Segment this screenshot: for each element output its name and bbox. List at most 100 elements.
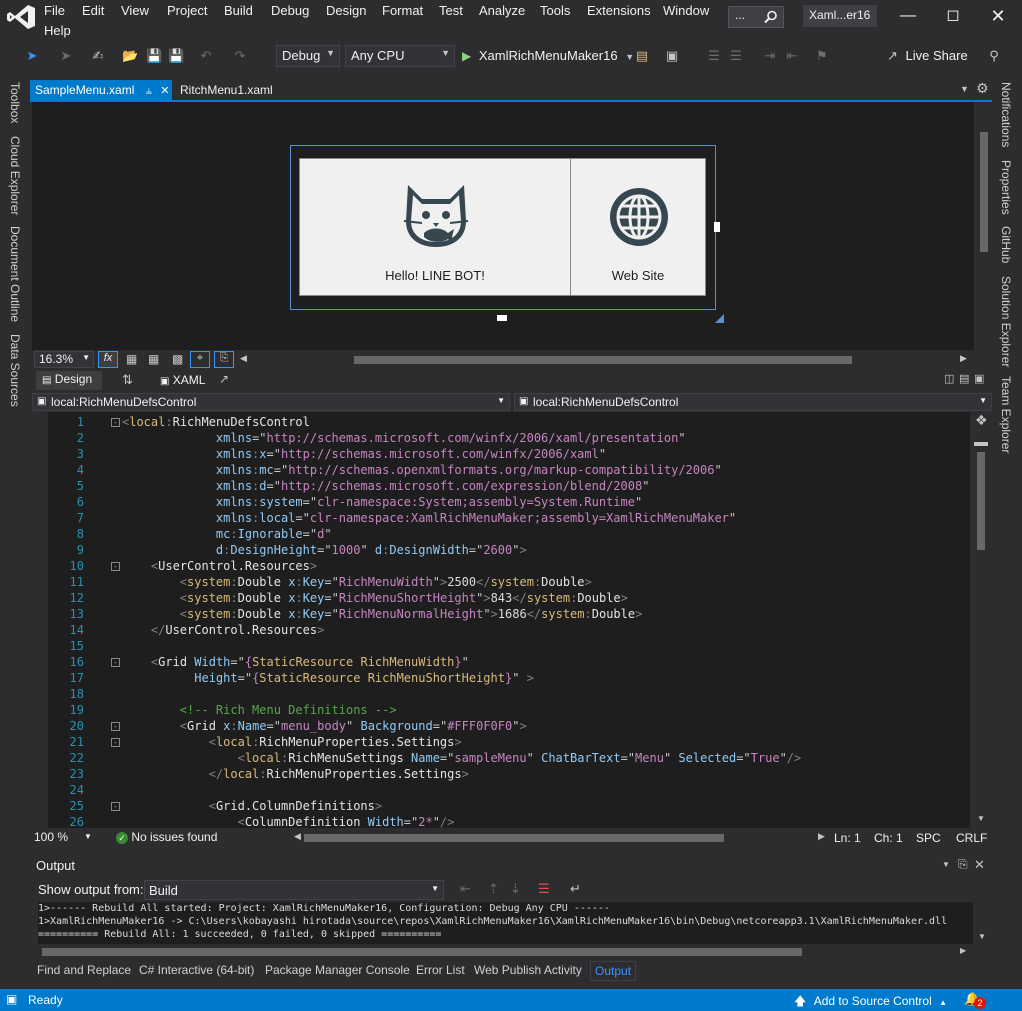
code-line[interactable]: 17 Height="{StaticResource RichMenuShort… xyxy=(48,670,970,686)
gear-icon[interactable]: ⚙ xyxy=(976,80,989,97)
selected-control-frame[interactable]: Hello! LINE BOT! Web Site xyxy=(290,145,716,310)
horizontal-split-icon[interactable]: ▤ xyxy=(959,372,969,385)
issues-indicator[interactable]: ✓ No issues found xyxy=(116,830,217,844)
menu-debug[interactable]: Debug xyxy=(271,3,309,18)
notifications-tab[interactable]: Notifications xyxy=(999,82,1013,147)
close-tab-icon[interactable]: ✕ xyxy=(160,85,169,97)
scroll-left-icon[interactable]: ◀ xyxy=(240,353,247,364)
code-line[interactable]: 1 - <local:RichMenuDefsControl xyxy=(48,414,970,430)
save-icon[interactable]: 💾 xyxy=(146,48,162,64)
line-indicator[interactable]: Ln: 1 xyxy=(834,831,861,845)
code-line[interactable]: 20 - <Grid x:Name="menu_body" Background=… xyxy=(48,718,970,734)
xaml-designer-surface[interactable]: Hello! LINE BOT! Web Site xyxy=(32,102,992,350)
properties-tab[interactable]: Properties xyxy=(999,160,1013,215)
output-vertical-scrollbar[interactable]: ▼ xyxy=(974,902,990,944)
element-scope-select[interactable]: ▣ local:RichMenuDefsControl ▼ xyxy=(32,393,510,411)
code-line[interactable]: 24 xyxy=(48,782,970,798)
popout-xaml-icon[interactable]: ↗ xyxy=(219,372,229,386)
menu-project[interactable]: Project xyxy=(167,3,207,18)
code-line[interactable]: 5 xmlns:d="http://schemas.microsoft.com/… xyxy=(48,478,970,494)
github-tab[interactable]: GitHub xyxy=(999,226,1013,263)
outdent-icon[interactable]: ⇤ xyxy=(784,48,800,64)
menu-edit[interactable]: Edit xyxy=(82,3,104,18)
editor-horizontal-scroll-thumb[interactable] xyxy=(304,834,724,842)
code-line[interactable]: 23 </local:RichMenuProperties.Settings> xyxy=(48,766,970,782)
solution-name[interactable]: Xaml...er16 xyxy=(803,5,877,27)
maximize-button[interactable]: ◻ xyxy=(938,4,968,28)
indent-icon[interactable]: ⇥ xyxy=(762,48,778,64)
scroll-thumb[interactable] xyxy=(42,948,802,956)
find-message-icon[interactable]: ⇤ xyxy=(460,881,471,897)
save-all-icon[interactable]: 💾 xyxy=(168,48,184,64)
search-box[interactable]: ... xyxy=(728,6,784,28)
vertical-split-icon[interactable]: ◫ xyxy=(944,372,954,385)
code-line[interactable]: 25 - <Grid.ColumnDefinitions> xyxy=(48,798,970,814)
tab-error-list[interactable]: Error List xyxy=(416,963,465,977)
new-project-icon[interactable]: ✍ xyxy=(90,48,106,64)
output-text-area[interactable]: 1>------ Rebuild All started: Project: X… xyxy=(38,902,973,944)
scroll-right-icon[interactable]: ▶ xyxy=(960,946,966,955)
code-line[interactable]: 15 xyxy=(48,638,970,654)
editor-zoom-select[interactable]: 100 % ▼ xyxy=(34,830,94,844)
menu-build[interactable]: Build xyxy=(224,3,253,18)
xaml-view-tab[interactable]: ▣ XAML xyxy=(160,373,205,387)
menu-file[interactable]: File xyxy=(44,3,65,18)
column-indicator[interactable]: Ch: 1 xyxy=(874,831,903,845)
platform-select[interactable]: Any CPU ▼ xyxy=(345,45,455,67)
clear-all-icon[interactable]: ☰ xyxy=(538,881,550,897)
line-ending-indicator[interactable]: CRLF xyxy=(956,831,987,845)
next-message-icon[interactable]: ⇣ xyxy=(510,881,521,897)
scroll-down-icon[interactable]: ▼ xyxy=(977,814,985,823)
code-line[interactable]: 4 xmlns:mc="http://schemas.openxmlformat… xyxy=(48,462,970,478)
fold-toggle-icon[interactable]: - xyxy=(111,658,120,667)
project-code-icon[interactable]: ⎘ xyxy=(214,351,234,368)
designer-zoom-select[interactable]: 16.3% ▼ xyxy=(34,351,94,368)
code-line[interactable]: 18 xyxy=(48,686,970,702)
collapse-pane-icon[interactable]: ▣ xyxy=(974,372,984,385)
tab-list-dropdown-icon[interactable]: ▼ xyxy=(960,84,969,94)
close-window-button[interactable]: ✕ xyxy=(983,4,1013,28)
undo-icon[interactable]: ↶ xyxy=(198,48,214,64)
scroll-down-icon[interactable]: ▼ xyxy=(978,932,986,941)
code-line[interactable]: 8 mc:Ignorable="d" xyxy=(48,526,970,542)
solution-explorer-tab[interactable]: Solution Explorer xyxy=(999,276,1013,367)
code-line[interactable]: 11 <system:Double x:Key="RichMenuWidth">… xyxy=(48,574,970,590)
code-line[interactable]: 9 d:DesignHeight="1000" d:DesignWidth="2… xyxy=(48,542,970,558)
scroll-left-icon[interactable]: ◀ xyxy=(294,831,301,842)
menu-format[interactable]: Format xyxy=(382,3,423,18)
tab-samplemenu-xaml[interactable]: SampleMenu.xaml ⫨ ✕ xyxy=(30,80,172,101)
add-to-source-control-button[interactable]: 🡅 Add to Source Control ▲ xyxy=(794,992,947,1011)
corner-resize-handle[interactable] xyxy=(715,314,724,323)
navigate-forward-icon[interactable]: ➤ xyxy=(58,48,74,64)
menu-view[interactable]: View xyxy=(121,3,149,18)
tab-find-and-replace[interactable]: Find and Replace xyxy=(37,963,131,977)
menu-window[interactable]: Window xyxy=(663,3,709,18)
uncomment-icon[interactable]: ☰ xyxy=(728,48,744,64)
design-view-tab[interactable]: ▤ Design xyxy=(36,371,102,390)
feedback-icon[interactable]: ⚲ xyxy=(986,48,1002,64)
code-line[interactable]: 16 - <Grid Width="{StaticResource RichMen… xyxy=(48,654,970,670)
team-explorer-tab[interactable]: Team Explorer xyxy=(999,376,1013,453)
code-line[interactable]: 14 </UserControl.Resources> xyxy=(48,622,970,638)
grid-icon[interactable]: ▦ xyxy=(126,352,137,366)
tab-ritchmenu1-xaml[interactable]: RitchMenu1.xaml xyxy=(175,80,278,101)
code-line[interactable]: 22 <local:RichMenuSettings Name="sampleM… xyxy=(48,750,970,766)
word-wrap-icon[interactable]: ↵ xyxy=(570,881,581,897)
element-member-select[interactable]: ▣ local:RichMenuDefsControl ▼ xyxy=(514,393,992,411)
live-share-button[interactable]: ↗ Live Share xyxy=(887,48,968,64)
artboard-background-icon[interactable]: ▩ xyxy=(172,352,183,366)
code-line[interactable]: 26 <ColumnDefinition Width="2*"/> xyxy=(48,814,970,828)
navigate-back-icon[interactable]: ➤ xyxy=(24,48,40,64)
snap-to-lines-icon[interactable]: ⌖ xyxy=(190,351,210,368)
code-line[interactable]: 10 - <UserControl.Resources> xyxy=(48,558,970,574)
code-line[interactable]: 3 xmlns:x="http://schemas.microsoft.com/… xyxy=(48,446,970,462)
scroll-thumb[interactable] xyxy=(977,452,985,550)
scroll-right-icon[interactable]: ▶ xyxy=(818,831,825,842)
code-line[interactable]: 12 <system:Double x:Key="RichMenuShortHe… xyxy=(48,590,970,606)
menu-test[interactable]: Test xyxy=(439,3,463,18)
code-line[interactable]: 13 <system:Double x:Key="RichMenuNormalH… xyxy=(48,606,970,622)
comment-icon[interactable]: ☰ xyxy=(706,48,722,64)
data-sources-tab[interactable]: Data Sources xyxy=(8,334,22,407)
menu-design[interactable]: Design xyxy=(326,3,366,18)
configuration-select[interactable]: Debug ▼ xyxy=(276,45,340,67)
